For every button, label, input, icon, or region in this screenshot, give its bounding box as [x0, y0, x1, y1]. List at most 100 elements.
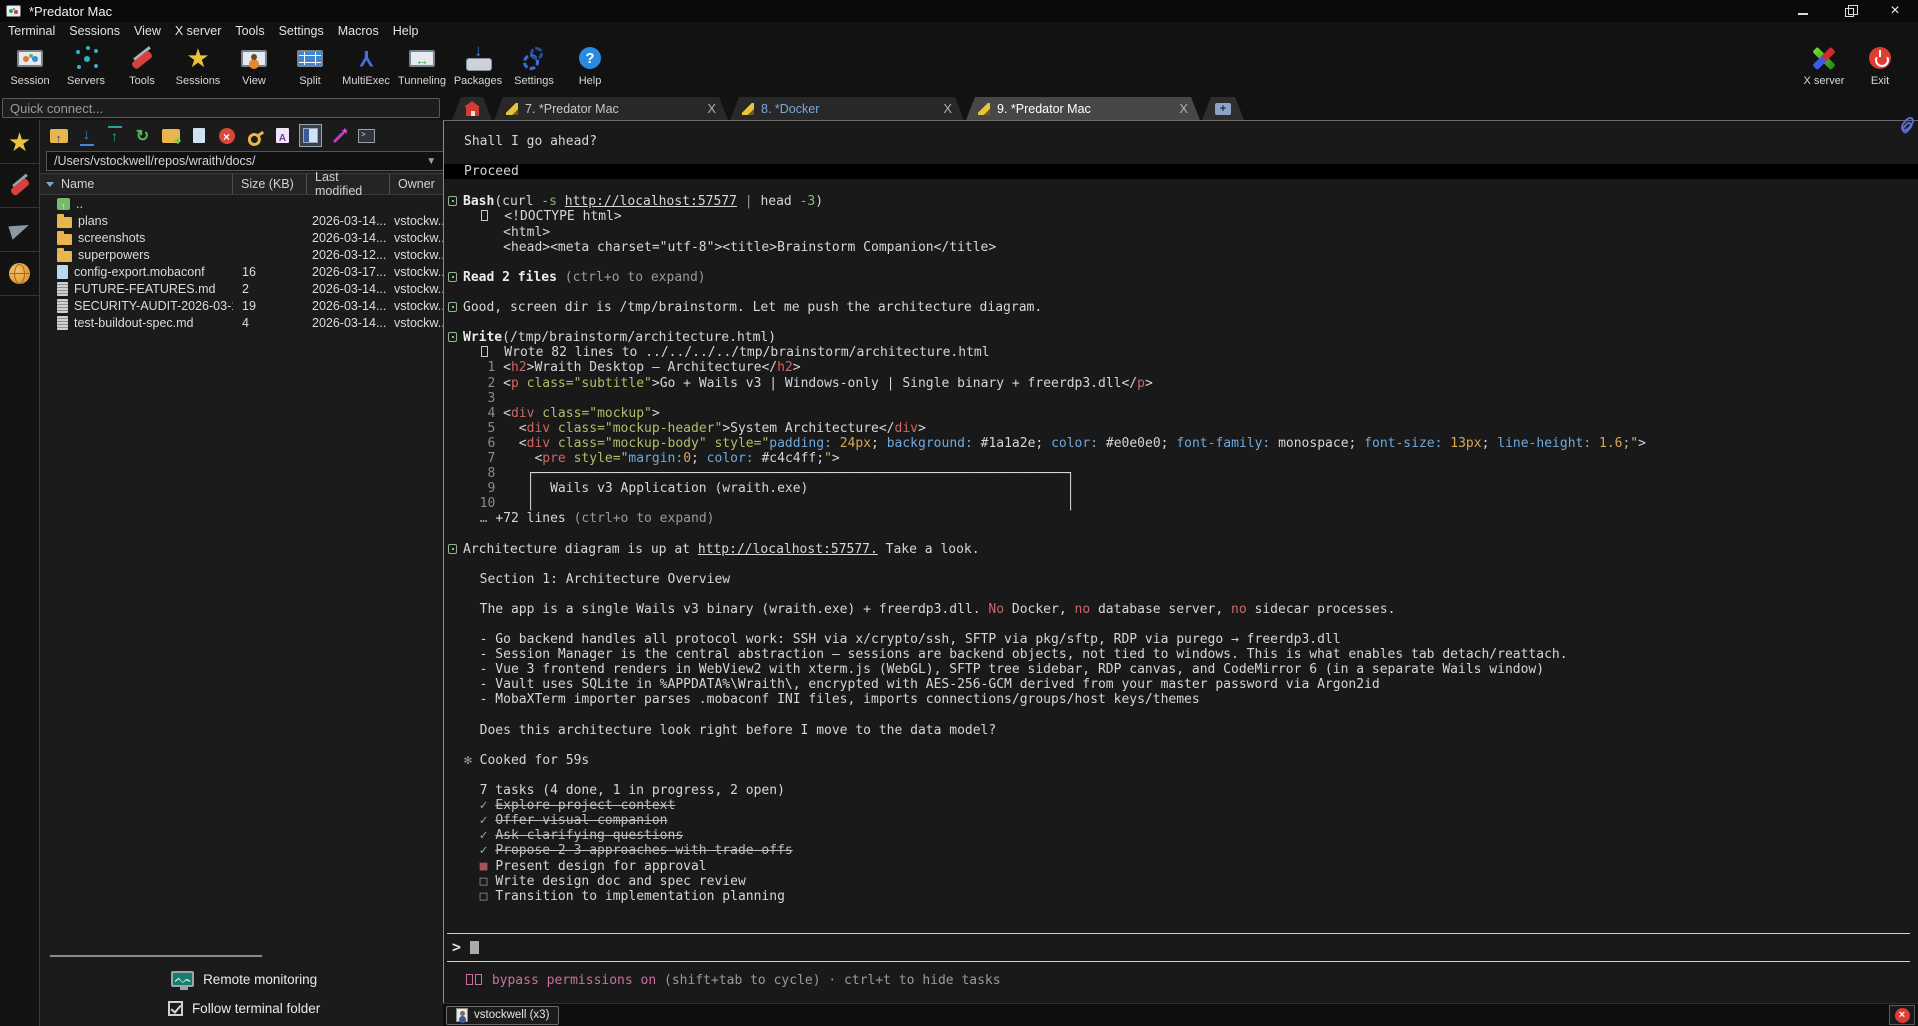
terminate-icon: × [1895, 1008, 1910, 1023]
close-button[interactable]: × [1872, 0, 1918, 22]
menu-terminal[interactable]: Terminal [8, 24, 55, 38]
session-user-tab[interactable]: vstockwell (x3) [446, 1006, 559, 1025]
tab-7-predator-mac[interactable]: 7. *Predator MacX [494, 97, 728, 120]
tab-close-icon[interactable]: X [1169, 101, 1188, 116]
file-tool-wand[interactable] [328, 125, 349, 146]
strip-sftp-plane[interactable] [0, 208, 39, 252]
ndf-glyph-icon [481, 210, 488, 221]
terminal-line: Shall I go ahead? [464, 134, 1912, 149]
file-modified: 2026-03-14... [307, 316, 390, 330]
text-segment: pre [542, 451, 565, 466]
text-segment: Go + Wails v3 | Windows-only | Single bi… [660, 376, 1122, 391]
menu-settings[interactable]: Settings [279, 24, 324, 38]
terminal-line: 6 <div class="mockup-body" style="paddin… [464, 436, 1912, 451]
terminal-input-area: > bypass permissions on (shift+tab to cy… [444, 933, 1918, 1003]
tab-close-icon[interactable]: X [697, 101, 716, 116]
menu-tools[interactable]: Tools [235, 24, 264, 38]
main-area: ★ /Users/vstockwell/repos/wraith/docs/ ▼… [0, 120, 1918, 1026]
toolbar-view[interactable]: View [226, 40, 282, 87]
minimize-button[interactable] [1780, 0, 1826, 22]
file-tool-rename[interactable] [272, 125, 293, 146]
file-tool-download[interactable] [76, 125, 97, 146]
text-segment: -s [541, 194, 564, 209]
menu-macros[interactable]: Macros [338, 24, 379, 38]
table-row[interactable]: plans2026-03-14...vstockw... [40, 212, 448, 229]
file-tool-new-folder[interactable] [160, 125, 181, 146]
pencil-icon [742, 103, 754, 115]
restore-button[interactable] [1826, 0, 1872, 22]
text-segment: □ [480, 874, 496, 889]
toolbar-x-server[interactable]: X server [1796, 40, 1852, 87]
toolbar-settings[interactable]: Settings [506, 40, 562, 87]
toolbar-servers[interactable]: Servers [58, 40, 114, 87]
toolbar-exit[interactable]: Exit [1852, 40, 1908, 87]
footer-divider [50, 955, 262, 957]
column-header-name[interactable]: Name [40, 174, 233, 194]
file-tool-terminal[interactable] [356, 125, 377, 146]
follow-terminal-checkbox[interactable] [168, 1001, 183, 1016]
new-tab-button[interactable]: + [1202, 97, 1244, 120]
text-segment: "subtitle" [574, 376, 652, 391]
column-header-last-modified[interactable]: Last modified [307, 174, 390, 194]
tab-8-docker[interactable]: 8. *DockerX [730, 97, 964, 120]
file-tool-parent-folder[interactable] [48, 125, 69, 146]
toolbar-tools[interactable]: Tools [114, 40, 170, 87]
monitor-pulse-icon [171, 971, 194, 987]
file-tool-dual-panel[interactable] [300, 125, 321, 146]
text-segment: ✓ [480, 813, 496, 828]
column-header-owner[interactable]: Owner [390, 174, 448, 194]
strip-network-globe[interactable] [0, 252, 39, 296]
toolbar-tunneling[interactable]: Tunneling [394, 40, 450, 87]
bullet-glyph-icon [448, 332, 457, 342]
text-segment: ) [815, 194, 823, 209]
table-row[interactable]: superpowers2026-03-12...vstockw... [40, 246, 448, 263]
file-owner: vstockw... [390, 231, 448, 245]
tab-close-icon[interactable]: X [933, 101, 952, 116]
terminal-line [464, 738, 1912, 753]
text-segment [464, 859, 480, 874]
toolbar-session[interactable]: Session [2, 40, 58, 87]
text-segment: style= [707, 436, 762, 451]
terminal-line: - Vault uses SQLite in %APPDATA%\Wraith\… [464, 677, 1912, 692]
toolbar-packages[interactable]: Packages [450, 40, 506, 87]
text-segment: ✓ [480, 798, 496, 813]
tab-home[interactable] [452, 97, 492, 120]
file-tool-key[interactable] [244, 125, 265, 146]
file-tool-upload[interactable] [104, 125, 125, 146]
file-tool-refresh[interactable] [132, 125, 153, 146]
menu-help[interactable]: Help [393, 24, 419, 38]
file-tool-new-file[interactable] [188, 125, 209, 146]
tab-9-predator-mac[interactable]: 9. *Predator MacX [966, 97, 1200, 120]
column-header-size-kb-[interactable]: Size (KB) [233, 174, 307, 194]
table-row[interactable]: screenshots2026-03-14...vstockw... [40, 229, 448, 246]
text-segment: Read 2 files [463, 270, 565, 285]
toolbar-sessions[interactable]: ★Sessions [170, 40, 226, 87]
table-row[interactable]: test-buildout-spec.md42026-03-14...vstoc… [40, 314, 448, 331]
terminal-line: <head><meta charset="utf-8"><title>Brain… [464, 240, 1912, 255]
quick-connect-input[interactable] [2, 98, 440, 118]
remote-monitoring-button[interactable]: Remote monitoring [171, 971, 317, 987]
table-row[interactable]: FUTURE-FEATURES.md22026-03-14...vstockw.… [40, 280, 448, 297]
table-row[interactable]: SECURITY-AUDIT-2026-03-1...192026-03-14.… [40, 297, 448, 314]
toolbar-split[interactable]: Split [282, 40, 338, 87]
terminal-line: Architecture diagram is up at http://loc… [464, 542, 1912, 557]
text-segment: http://localhost:57577 [565, 194, 737, 209]
toolbar-help[interactable]: ?Help [562, 40, 618, 87]
menu-x-server[interactable]: X server [175, 24, 222, 38]
path-dropdown[interactable]: /Users/vstockwell/repos/wraith/docs/ ▼ [46, 151, 444, 171]
text-segment: "mockup" [589, 406, 652, 421]
terminate-session-button[interactable]: × [1889, 1005, 1915, 1025]
file-table-header: NameSize (KB)Last modifiedOwner [40, 173, 448, 195]
menu-sessions[interactable]: Sessions [69, 24, 120, 38]
menu-view[interactable]: View [134, 24, 161, 38]
prompt-line[interactable]: > [444, 934, 1918, 961]
text-segment: Present design for approval [495, 859, 706, 874]
file-tool-delete[interactable] [216, 125, 237, 146]
strip-favorites-star[interactable]: ★ [0, 120, 39, 164]
table-row[interactable]: config-export.mobaconf162026-03-17...vst… [40, 263, 448, 280]
conf-file-icon [57, 265, 68, 279]
terminal[interactable]: Shall I go ahead?ProceedBash(curl -s htt… [443, 120, 1918, 1003]
toolbar-multiexec[interactable]: YMultiExec [338, 40, 394, 87]
strip-macros-knife[interactable] [0, 164, 39, 208]
text-segment: 4 [464, 406, 503, 421]
